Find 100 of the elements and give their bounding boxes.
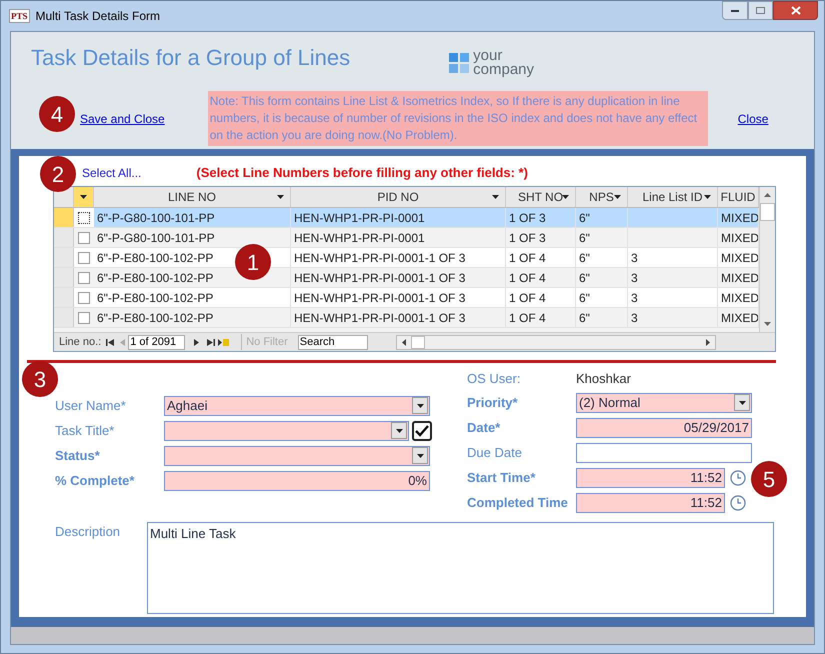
- table-cell: 6": [576, 248, 628, 267]
- table-cell: 6"-P-G80-100-101-PP: [94, 208, 291, 227]
- table-cell: 6"-P-E80-100-102-PP: [94, 288, 291, 307]
- scroll-thumb[interactable]: [760, 203, 775, 221]
- table-cell: 1 OF 4: [506, 308, 576, 327]
- column-header[interactable]: PID NO: [291, 187, 506, 207]
- dropdown-field[interactable]: [164, 446, 430, 466]
- new-record-icon[interactable]: [218, 338, 230, 346]
- column-header[interactable]: SHT NO: [506, 187, 576, 207]
- note-text: Note: This form contains Line List & Isometrics Index, so If there is any duplication in line numbers, it is because of number of revisions in the ISO index and does not have any effect on the action you are doing now.(No Problem).: [208, 91, 708, 146]
- table-cell: HEN-WHP1-PR-PI-0001-1 OF 3: [291, 288, 506, 307]
- table-cell: 3: [628, 288, 718, 307]
- field-label: Task Title*: [55, 422, 116, 440]
- select-all-link[interactable]: Select All...: [82, 164, 142, 182]
- input-field[interactable]: 05/29/2017: [576, 418, 752, 438]
- table-cell: 6": [576, 228, 628, 247]
- table-cell: MIXED: [718, 208, 759, 227]
- caret-icon: [277, 195, 284, 199]
- clock-icon[interactable]: [730, 494, 746, 510]
- save-and-close-link[interactable]: Save and Close: [80, 110, 165, 128]
- description-field[interactable]: Multi Line Task: [147, 522, 774, 614]
- column-header[interactable]: NPS: [576, 187, 628, 207]
- caret-icon: [614, 195, 621, 199]
- row-checkbox[interactable]: [78, 272, 90, 284]
- window-title: Multi Task Details Form: [36, 8, 160, 25]
- minimize-button[interactable]: [722, 1, 748, 20]
- table-cell: 1 OF 4: [506, 288, 576, 307]
- table-cell: 3: [628, 248, 718, 267]
- dropdown-field[interactable]: (2) Normal: [576, 392, 752, 412]
- dropdown-field[interactable]: Aghaei: [164, 396, 430, 416]
- field-label: Description: [55, 523, 122, 541]
- previous-record-icon[interactable]: [120, 338, 126, 346]
- step-marker: 2: [40, 156, 76, 192]
- table-cell: HEN-WHP1-PR-PI-0001-1 OF 3: [291, 308, 506, 327]
- table-cell: 1 OF 3: [506, 228, 576, 247]
- row-checkbox[interactable]: [78, 232, 90, 244]
- logo-text: company: [473, 63, 534, 77]
- vertical-scrollbar[interactable]: [759, 187, 775, 332]
- dropdown-field[interactable]: [164, 420, 409, 440]
- input-field[interactable]: [576, 442, 752, 462]
- navigator-label: Line no.:: [59, 334, 102, 350]
- checkbox-column-header[interactable]: [74, 187, 94, 207]
- table-cell: 6": [576, 268, 628, 287]
- field-label: User Name*: [55, 396, 127, 415]
- field-label: Completed Time: [467, 494, 569, 512]
- caret-icon: [416, 454, 424, 458]
- row-checkbox[interactable]: [78, 312, 90, 324]
- table-cell: 6": [576, 288, 628, 307]
- scroll-left-icon[interactable]: [402, 338, 406, 346]
- field-label: Status*: [55, 446, 101, 465]
- form-title: Task Details for a Group of Lines: [31, 44, 350, 72]
- step-marker: 5: [751, 461, 787, 497]
- dropdown-button[interactable]: [412, 397, 428, 414]
- table-cell: 3: [628, 268, 718, 287]
- field-label: Date*: [467, 418, 502, 437]
- clock-icon[interactable]: [730, 470, 746, 486]
- caret-icon: [738, 400, 746, 404]
- table-cell: 6"-P-E80-100-102-PP: [94, 308, 291, 327]
- caret-icon: [492, 195, 499, 199]
- table-cell: 1 OF 3: [506, 208, 576, 227]
- next-record-icon[interactable]: [194, 338, 200, 346]
- record-number-field[interactable]: 1 of 2091: [128, 334, 186, 350]
- table-cell: 1 OF 4: [506, 268, 576, 287]
- table-cell: 6": [576, 208, 628, 227]
- scroll-down-icon[interactable]: [764, 322, 771, 326]
- close-button[interactable]: [773, 1, 818, 20]
- input-field[interactable]: 11:52: [576, 468, 725, 488]
- os-user-value: Khoshkar: [576, 370, 631, 388]
- input-field[interactable]: 11:52: [576, 492, 725, 512]
- step-marker: 4: [39, 96, 75, 132]
- row-checkbox[interactable]: [78, 292, 90, 304]
- caret-icon: [396, 428, 402, 432]
- checkbox[interactable]: [412, 420, 432, 440]
- first-record-icon[interactable]: [106, 338, 114, 346]
- horizontal-scrollbar[interactable]: [396, 334, 716, 350]
- caret-icon: [416, 404, 424, 408]
- column-header[interactable]: Line List ID: [628, 187, 718, 207]
- row-checkbox[interactable]: [78, 252, 90, 264]
- row-checkbox[interactable]: [78, 212, 90, 224]
- table-cell: 3: [628, 308, 718, 327]
- caret-icon: [562, 195, 569, 199]
- dropdown-button[interactable]: [734, 394, 750, 411]
- dropdown-button[interactable]: [412, 447, 428, 464]
- field-label: Due Date: [467, 444, 523, 462]
- table-cell: HEN-WHP1-PR-PI-0001-1 OF 3: [291, 268, 506, 287]
- scroll-right-icon[interactable]: [706, 338, 710, 346]
- selection-hint: (Select Line Numbers before filling any other fields: *): [196, 164, 528, 182]
- column-header[interactable]: LINE NO: [94, 187, 291, 207]
- caret-icon: [704, 195, 711, 199]
- field-label: Start Time*: [467, 468, 536, 487]
- scroll-up-icon[interactable]: [764, 193, 771, 197]
- scroll-thumb[interactable]: [410, 336, 425, 348]
- close-link[interactable]: Close: [738, 110, 768, 128]
- search-field[interactable]: Search: [298, 334, 368, 350]
- input-field[interactable]: 0%: [164, 470, 430, 490]
- field-label: Priority*: [467, 394, 519, 412]
- caret-icon: [80, 195, 87, 199]
- dropdown-button[interactable]: [391, 422, 407, 439]
- last-record-icon[interactable]: [207, 338, 216, 346]
- table-cell: HEN-WHP1-PR-PI-0001-1 OF 3: [291, 248, 506, 267]
